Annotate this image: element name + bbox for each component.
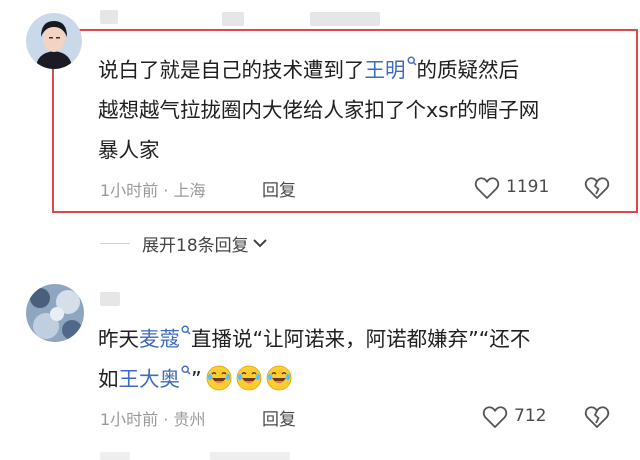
laughing-crying-emoji [266,365,292,391]
comment-text-line: 如王大奥” [98,358,292,400]
mention-link[interactable]: 王大奥 [119,367,181,391]
reply-button[interactable]: 回复 [262,176,296,201]
avatar[interactable] [26,284,84,342]
blurred-username [100,452,130,460]
heart-icon[interactable] [474,176,500,200]
chevron-down-icon [252,239,267,248]
expand-replies-label: 展开18条回复 [142,235,249,256]
search-icon [181,325,191,335]
comment-text-line: 暴人家 [98,138,160,162]
laughing-crying-emoji [236,365,262,391]
blurred-username [100,10,118,24]
mention-link[interactable]: 王明 [365,58,406,82]
like-count: 1191 [506,177,550,197]
comment-text-line: 越想越气拉拢圈内大佬给人家扣了个xsr的帽子网 [98,98,540,122]
divider [100,242,130,244]
heart-icon[interactable] [482,405,508,429]
dislike-icon[interactable] [584,405,610,429]
avatar[interactable] [26,13,82,69]
expand-replies-button[interactable]: 展开18条回复 [100,228,268,258]
reply-button[interactable]: 回复 [262,405,296,430]
blurred-username [210,452,290,460]
laughing-crying-emoji [206,365,232,391]
comment-text-line: 说白了就是自己的技术遭到了王明 的质疑然后 [98,56,519,82]
search-icon [406,56,416,66]
like-count: 712 [514,406,547,426]
comment-time-location: 1小时前 · 上海 [100,181,206,200]
dislike-icon[interactable] [584,176,610,200]
emoji-row [202,365,292,391]
mention-link[interactable]: 麦蔻 [139,327,180,351]
blurred-username [222,12,244,26]
blurred-username [100,292,120,306]
comment-time-location: 1小时前 · 贵州 [100,410,206,429]
blurred-username [310,12,380,26]
search-icon [181,365,191,375]
comment-text-line: 昨天麦蔻 直播说“让阿诺来，阿诺都嫌弃”“还不 [98,325,531,351]
